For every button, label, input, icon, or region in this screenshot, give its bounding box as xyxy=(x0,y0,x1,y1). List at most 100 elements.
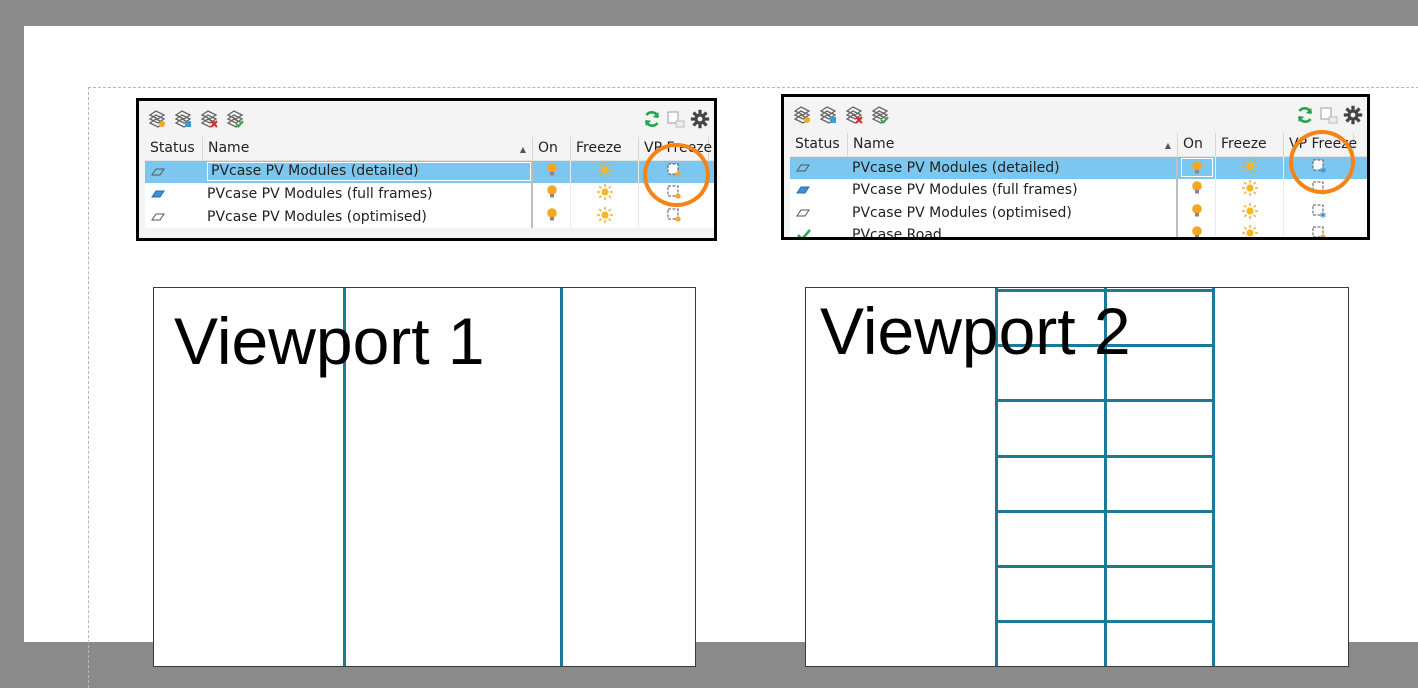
layer-outline-icon[interactable] xyxy=(790,157,848,180)
sun-thawed-icon xyxy=(1241,202,1259,224)
sun-thawed-icon xyxy=(596,206,614,228)
module-row-line xyxy=(995,509,1215,513)
layer-vp-freeze-toggle[interactable] xyxy=(1284,224,1354,237)
layer-row[interactable]: PVcase PV Modules (optimised) xyxy=(790,201,1367,225)
column-status-label: Status xyxy=(795,136,840,153)
column-name-header[interactable]: Name ▲ xyxy=(203,137,533,160)
delete-layer-icon[interactable] xyxy=(199,109,219,129)
column-status-header[interactable]: Status xyxy=(790,133,848,156)
vp-freeze-thawed-icon xyxy=(1311,180,1327,200)
column-freeze-header[interactable]: Freeze xyxy=(1216,133,1284,156)
module-row-line xyxy=(995,399,1215,403)
refresh-icon[interactable] xyxy=(1295,105,1315,125)
lightbulb-on-icon xyxy=(1191,203,1203,223)
lightbulb-on-icon xyxy=(546,184,558,204)
layer-on-toggle[interactable] xyxy=(1178,201,1216,224)
settings-gear-icon[interactable] xyxy=(690,109,710,129)
lightbulb-on-icon xyxy=(1191,180,1203,200)
layer-freeze-toggle[interactable] xyxy=(1216,201,1284,224)
layer-row[interactable]: PVcase Road xyxy=(790,224,1367,240)
layer-name-cell[interactable]: PVcase PV Modules (optimised) xyxy=(848,201,1178,224)
column-vp-freeze-header[interactable]: VP Freeze xyxy=(639,137,713,160)
column-freeze-label: Freeze xyxy=(576,140,622,157)
refresh-icon[interactable] xyxy=(642,109,662,129)
layer-row[interactable]: PVcase PV Modules (detailed) xyxy=(790,156,1367,180)
viewport-1-title: Viewport 1 xyxy=(174,304,485,378)
layer-freeze-toggle[interactable] xyxy=(571,160,639,183)
module-frame-line xyxy=(560,288,563,666)
current-layer-check-icon[interactable] xyxy=(790,224,848,237)
layer-list: Status Name ▲ On Freeze VP Freeze PVcase PV Mo… xyxy=(790,133,1367,237)
sun-thawed-icon xyxy=(1241,157,1259,179)
layer-freeze-toggle[interactable] xyxy=(1216,224,1284,237)
viewport-2[interactable]: Viewport 2 xyxy=(805,287,1349,667)
layer-vp-freeze-toggle[interactable] xyxy=(639,183,709,206)
layer-name-cell[interactable]: PVcase PV Modules (detailed) xyxy=(203,160,533,183)
layer-vp-freeze-toggle[interactable] xyxy=(639,161,709,184)
module-row-line xyxy=(995,289,1215,292)
column-vp-freeze-label: VP Freeze xyxy=(644,140,713,157)
set-current-layer-icon[interactable] xyxy=(870,105,890,125)
new-layer-icon[interactable] xyxy=(792,105,812,125)
layer-name-cell[interactable]: PVcase Road xyxy=(848,224,1178,240)
layer-row[interactable]: PVcase PV Modules (full frames) xyxy=(790,179,1367,202)
column-status-header[interactable]: Status xyxy=(145,137,203,160)
settings-gear-icon[interactable] xyxy=(1343,105,1363,125)
layer-vp-freeze-toggle[interactable] xyxy=(1284,157,1354,180)
set-current-layer-icon[interactable] xyxy=(225,109,245,129)
new-layer-icon[interactable] xyxy=(147,109,167,129)
layer-row[interactable]: PVcase PV Modules (full frames) xyxy=(145,183,714,206)
layer-on-toggle[interactable] xyxy=(533,160,571,183)
layer-name-cell[interactable]: PVcase PV Modules (full frames) xyxy=(203,183,533,206)
viewport-1[interactable]: Viewport 1 xyxy=(153,287,696,667)
layer-outline-icon[interactable] xyxy=(790,202,848,225)
column-name-header[interactable]: Name ▲ xyxy=(848,133,1178,156)
delete-layer-icon[interactable] xyxy=(844,105,864,125)
layer-row[interactable]: PVcase PV Modules (detailed) xyxy=(145,160,714,184)
column-vp-freeze-header[interactable]: VP Freeze xyxy=(1284,133,1358,156)
layer-states-icon[interactable] xyxy=(1319,105,1339,125)
layer-name-cell[interactable]: PVcase PV Modules (optimised) xyxy=(203,205,533,228)
column-vp-freeze-label: VP Freeze xyxy=(1289,136,1358,153)
column-name-label: Name xyxy=(853,136,895,153)
layer-name: PVcase Road xyxy=(852,227,942,240)
new-vp-frozen-layer-icon[interactable] xyxy=(173,109,193,129)
viewport-2-title: Viewport 2 xyxy=(820,294,1131,368)
sort-ascending-icon: ▲ xyxy=(519,145,526,154)
layer-outline-icon[interactable] xyxy=(145,206,203,229)
column-on-header[interactable]: On xyxy=(1178,133,1216,156)
layer-on-toggle[interactable] xyxy=(533,183,571,206)
layer-filled-icon[interactable] xyxy=(145,183,203,206)
layer-name-cell[interactable]: PVcase PV Modules (full frames) xyxy=(848,179,1178,202)
module-row-line xyxy=(995,620,1215,624)
layer-filled-icon[interactable] xyxy=(790,179,848,202)
layer-toolbar xyxy=(139,101,714,137)
layer-on-toggle[interactable] xyxy=(1178,224,1216,237)
layer-list: Status Name ▲ On Freeze VP Freeze PVcase PV Mo… xyxy=(145,137,714,238)
column-on-label: On xyxy=(538,140,558,157)
layer-freeze-toggle[interactable] xyxy=(571,183,639,206)
layer-vp-freeze-toggle[interactable] xyxy=(1284,202,1354,225)
layer-name: PVcase PV Modules (optimised) xyxy=(207,208,427,225)
lightbulb-on-icon xyxy=(546,162,558,182)
vp-freeze-thawed-icon xyxy=(1311,225,1327,237)
column-on-label: On xyxy=(1183,136,1203,153)
layer-vp-freeze-toggle[interactable] xyxy=(1284,179,1354,202)
column-freeze-header[interactable]: Freeze xyxy=(571,137,639,160)
layer-freeze-toggle[interactable] xyxy=(571,205,639,228)
layer-freeze-toggle[interactable] xyxy=(1216,156,1284,179)
column-on-header[interactable]: On xyxy=(533,137,571,160)
layer-freeze-toggle[interactable] xyxy=(1216,179,1284,202)
new-vp-frozen-layer-icon[interactable] xyxy=(818,105,838,125)
layer-on-toggle[interactable] xyxy=(533,205,571,228)
layer-row[interactable]: PVcase PV Modules (optimised) xyxy=(145,205,714,229)
layer-name-cell[interactable]: PVcase PV Modules (detailed) xyxy=(848,156,1178,179)
layer-on-toggle[interactable] xyxy=(1178,179,1216,202)
layer-states-icon[interactable] xyxy=(666,109,686,129)
vp-freeze-frozen-icon xyxy=(1311,158,1327,178)
layer-name: PVcase PV Modules (full frames) xyxy=(207,186,433,203)
vp-freeze-frozen-icon xyxy=(1311,203,1327,223)
layer-vp-freeze-toggle[interactable] xyxy=(639,206,709,229)
layer-outline-icon[interactable] xyxy=(145,161,203,184)
layer-on-toggle[interactable] xyxy=(1178,156,1216,179)
